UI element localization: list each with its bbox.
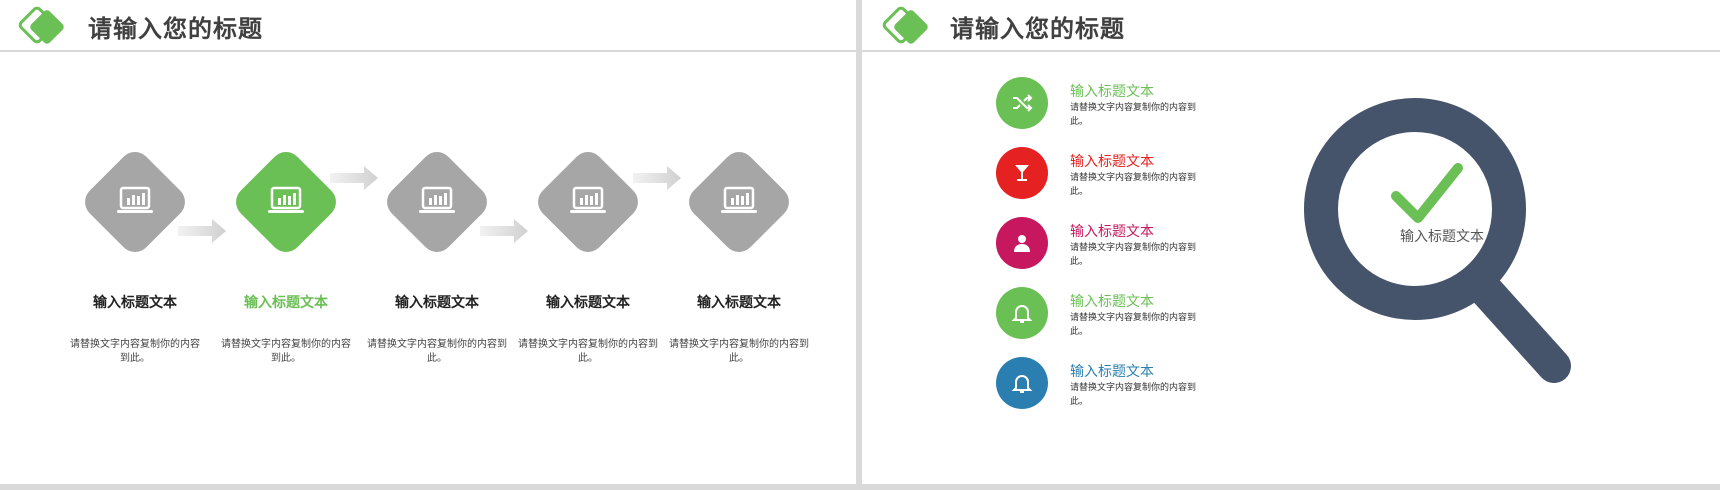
magnifier-icon xyxy=(1304,98,1571,383)
logo-icon xyxy=(18,6,64,44)
item-description: 请替换文字内容复制你的内容到此。 xyxy=(1070,173,1197,197)
item-description: 请替换文字内容复制你的内容到此。 xyxy=(1070,103,1197,127)
icon-circle xyxy=(996,357,1048,409)
item-description: 请替换文字内容复制你的内容到此。 xyxy=(1070,383,1197,407)
list-item: 输入标题文本 请替换文字内容复制你的内容到此。 xyxy=(996,357,1216,413)
logo-icon xyxy=(882,6,928,44)
icon-circle xyxy=(996,217,1048,269)
item-title: 输入标题文本 xyxy=(1070,84,1154,100)
step-description: 请替换文字内容复制你的内容到此。 xyxy=(669,339,809,364)
shuffle-icon xyxy=(1013,94,1033,112)
user-icon xyxy=(1014,235,1030,252)
step-description: 请替换文字内容复制你的内容到此。 xyxy=(518,339,658,364)
step-title: 输入标题文本 xyxy=(93,295,177,311)
magnifier-label: 输入标题文本 xyxy=(1400,229,1484,245)
item-description: 请替换文字内容复制你的内容到此。 xyxy=(1070,243,1197,267)
bell-icon xyxy=(1011,305,1033,323)
icon-circle xyxy=(996,77,1048,129)
step-description: 请替换文字内容复制你的内容到此。 xyxy=(221,339,351,364)
step-title: 输入标题文本 xyxy=(244,295,328,311)
process-step: 输入标题文本 请替换文字内容复制你的内容到此。 xyxy=(664,140,814,364)
page-title: 请输入您的标题 xyxy=(950,15,1125,43)
item-title: 输入标题文本 xyxy=(1070,224,1154,240)
page-title: 请输入您的标题 xyxy=(88,15,263,43)
step-description: 请替换文字内容复制你的内容到此。 xyxy=(367,339,507,364)
bell-icon xyxy=(1011,375,1033,393)
step-title: 输入标题文本 xyxy=(697,295,781,311)
laptop-chart-icon xyxy=(570,186,606,213)
laptop-chart-icon xyxy=(268,186,304,213)
cocktail-glass-icon xyxy=(1015,165,1029,181)
list-item: 输入标题文本 请替换文字内容复制你的内容到此。 xyxy=(996,217,1216,273)
slide-header: 请输入您的标题 xyxy=(862,0,1720,52)
step-title: 输入标题文本 xyxy=(395,295,479,311)
list-item: 输入标题文本 请替换文字内容复制你的内容到此。 xyxy=(996,147,1216,203)
icon-circle xyxy=(996,147,1048,199)
list-item: 输入标题文本 请替换文字内容复制你的内容到此。 xyxy=(996,287,1216,343)
step-description: 请替换文字内容复制你的内容到此。 xyxy=(70,339,200,364)
laptop-chart-icon xyxy=(117,186,153,213)
laptop-chart-icon xyxy=(419,186,455,213)
slide-left: 请输入您的标题 输入标题文本 请替换文字内容复制你的内容到此。 输入标题文本 请… xyxy=(0,0,856,484)
process-step: 输入标题文本 请替换文字内容复制你的内容到此。 xyxy=(362,140,512,364)
step-title: 输入标题文本 xyxy=(546,295,630,311)
slide-right: 请输入您的标题 输入标题文本 请替换文字内容复制你的内容到此。 输入标题文本 请… xyxy=(862,0,1720,484)
item-description: 请替换文字内容复制你的内容到此。 xyxy=(1070,313,1197,337)
item-title: 输入标题文本 xyxy=(1070,294,1154,310)
slide-header: 请输入您的标题 xyxy=(0,0,856,52)
item-title: 输入标题文本 xyxy=(1070,364,1154,380)
laptop-chart-icon xyxy=(721,186,757,213)
process-step: 输入标题文本 请替换文字内容复制你的内容到此。 xyxy=(513,140,663,364)
icon-circle xyxy=(996,287,1048,339)
item-title: 输入标题文本 xyxy=(1070,154,1154,170)
process-step: 输入标题文本 请替换文字内容复制你的内容到此。 xyxy=(60,140,210,364)
checkmark-icon xyxy=(1391,163,1463,223)
list-item: 输入标题文本 请替换文字内容复制你的内容到此。 xyxy=(996,77,1216,133)
process-step: 输入标题文本 请替换文字内容复制你的内容到此。 xyxy=(211,140,361,364)
